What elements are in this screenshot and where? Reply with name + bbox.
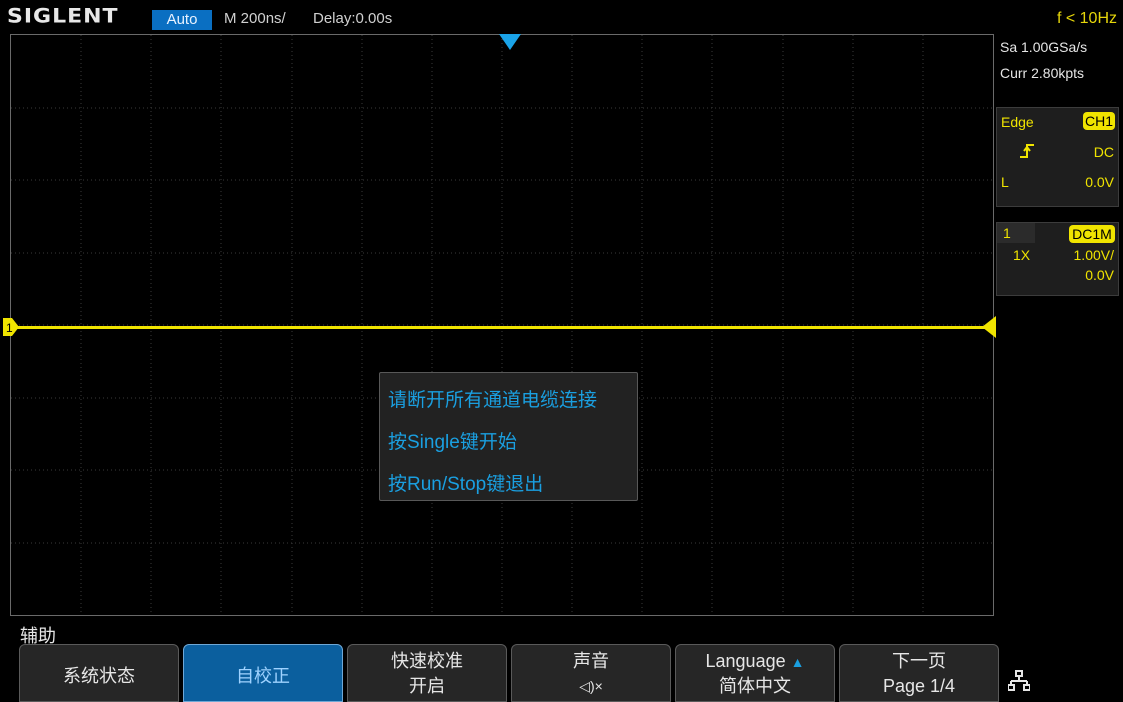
status-bar: SIGLENT Auto M 200ns/ Delay:0.00s f < 10… bbox=[0, 0, 1123, 34]
channel-number-label: 1 bbox=[1003, 225, 1011, 241]
system-status-button[interactable]: 系统状态 bbox=[19, 644, 179, 702]
quick-calibration-button[interactable]: 快速校准 开启 bbox=[347, 644, 507, 702]
trigger-type-label: Edge bbox=[1001, 114, 1034, 130]
dialog-line-disconnect: 请断开所有通道电缆连接 bbox=[388, 390, 598, 411]
svg-text:1: 1 bbox=[6, 321, 13, 335]
trigger-info-panel[interactable]: Edge CH1 DC L 0.0V bbox=[996, 107, 1119, 207]
trigger-position-marker bbox=[499, 34, 521, 50]
trigger-level-value: 0.0V bbox=[1085, 174, 1114, 190]
trigger-source-badge: CH1 bbox=[1083, 112, 1115, 130]
frequency-counter: f < 10Hz bbox=[1056, 10, 1117, 27]
vertical-offset-label: 0.0V bbox=[1085, 267, 1114, 283]
softkey-label: 自校正 bbox=[236, 666, 290, 686]
softkey-label: 下一页 bbox=[892, 651, 946, 671]
vertical-scale-label: 1.00V/ bbox=[1073, 247, 1114, 263]
probe-attenuation-label: 1X bbox=[1013, 247, 1031, 263]
siglent-logo: SIGLENT bbox=[7, 5, 119, 28]
arrow-up-icon: ▲ bbox=[790, 654, 805, 670]
sound-button[interactable]: 声音 ◁)× bbox=[511, 644, 671, 702]
softkey-value: 开启 bbox=[409, 676, 445, 696]
acquisition-panel: Sa 1.00GSa/s Curr 2.80kpts bbox=[996, 34, 1123, 86]
delay-readout: Delay:0.00s bbox=[313, 10, 393, 27]
channel1-trace bbox=[10, 326, 994, 329]
softkey-label: Language bbox=[705, 651, 786, 671]
softkey-value: 简体中文 bbox=[719, 676, 791, 696]
waveform-grid[interactable] bbox=[10, 34, 994, 616]
trigger-coupling-label: DC bbox=[1093, 144, 1114, 160]
dialog-line-start: 按Single键开始 bbox=[388, 432, 517, 453]
memory-depth-label: Curr 2.80kpts bbox=[996, 60, 1123, 86]
channel1-ground-marker[interactable]: 1 bbox=[3, 318, 19, 336]
next-page-button[interactable]: 下一页 Page 1/4 bbox=[839, 644, 999, 702]
dialog-line-exit: 按Run/Stop键退出 bbox=[388, 474, 544, 495]
softkey-label: 声音 bbox=[573, 651, 609, 671]
channel-coupling-badge: DC1M bbox=[1069, 225, 1115, 243]
network-icon bbox=[1008, 670, 1030, 691]
acquisition-mode-badge: Auto bbox=[152, 10, 212, 30]
sound-muted-icon: ◁)× bbox=[579, 678, 603, 694]
trigger-level-label: L bbox=[1001, 174, 1009, 190]
softkey-label: 快速校准 bbox=[391, 651, 463, 671]
timebase-readout: M 200ns/ bbox=[224, 10, 286, 27]
language-button[interactable]: Language ▲ 简体中文 bbox=[675, 644, 835, 702]
self-calibration-button[interactable]: 自校正 bbox=[183, 644, 343, 702]
graticule bbox=[11, 35, 993, 615]
sample-rate-label: Sa 1.00GSa/s bbox=[996, 34, 1123, 60]
self-calibration-dialog: 请断开所有通道电缆连接 按Single键开始 按Run/Stop键退出 bbox=[379, 372, 638, 501]
trigger-level-marker[interactable] bbox=[982, 316, 996, 338]
softkey-label: 系统状态 bbox=[63, 666, 135, 686]
rising-edge-icon bbox=[1020, 144, 1034, 158]
channel1-info-panel[interactable]: 1 DC1M 1X 1.00V/ 0.0V bbox=[996, 222, 1119, 296]
softkey-value: Page 1/4 bbox=[882, 676, 956, 696]
